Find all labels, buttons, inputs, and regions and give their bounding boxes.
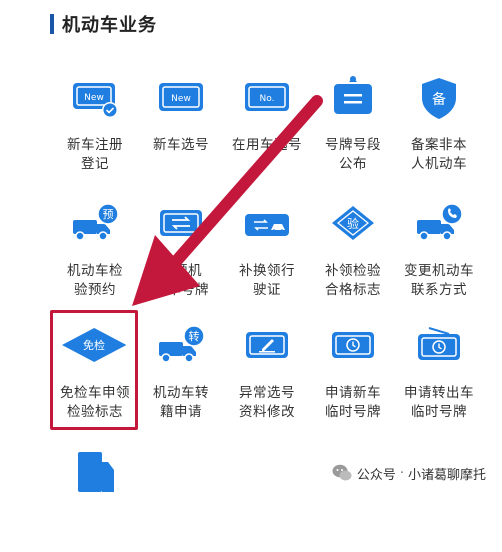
tile-label: 申请新车 临时号牌 (325, 385, 381, 420)
tile-label: 在用车选号 (232, 137, 302, 153)
tile-abnormal-plate-edit[interactable]: 异常选号 资料修改 (224, 318, 310, 428)
new-plate-icon: New (159, 83, 203, 111)
tile-transfer-out-temp-plate[interactable]: 申请转出车 临时号牌 (396, 318, 482, 428)
tile-new-car-temp-plate[interactable]: 申请新车 临时号牌 (310, 318, 396, 428)
svg-text:New: New (84, 93, 104, 103)
tile-label: 补换领行 驶证 (239, 263, 295, 298)
svg-text:预: 预 (103, 208, 114, 221)
plate-edit-icon (246, 332, 288, 358)
tile-reissue-inspection-mark[interactable]: 验 补领检验 合格标志 (310, 196, 396, 306)
tile-inspection-appointment[interactable]: 预 机动车检 验预约 (52, 196, 138, 306)
tile-label: 机动车检 验预约 (67, 263, 123, 298)
tile-change-contact-info[interactable]: 变更机动车 联系方式 (396, 196, 482, 306)
temp-plate-out-icon (418, 327, 460, 360)
tile-vehicle-transfer-registry[interactable]: 转 机动车转 籍申请 (138, 318, 224, 428)
tile-label: 变更机动车 联系方式 (404, 263, 474, 298)
tile-label: 号牌号段 公布 (325, 137, 381, 172)
tile-record-non-owner-vehicle[interactable]: 备 备案非本 人机动车 (396, 70, 482, 180)
diamond-yan-icon: 验 (332, 206, 374, 240)
tile-in-use-plate-select[interactable]: No. 在用车选号 (224, 70, 310, 180)
sign-board-icon (334, 76, 372, 114)
watermark-platform: 公众号 (356, 467, 396, 483)
tile-label: 申请转出车 临时号牌 (404, 385, 474, 420)
tile-label: 备案非本 人机动车 (411, 137, 467, 172)
svg-text:验: 验 (347, 216, 359, 231)
svg-text:No.: No. (260, 94, 275, 104)
tile-label: 机动车转 籍申请 (153, 385, 209, 420)
tile-reissue-plate[interactable]: 补领机 动车号牌 (138, 196, 224, 306)
tile-label: 异常选号 资料修改 (239, 385, 295, 420)
section-header: 机动车业务 (50, 12, 157, 36)
tile-new-car-plate-select[interactable]: New 新车选号 (138, 70, 224, 180)
shield-bei-icon: 备 (422, 78, 456, 119)
tile-new-car-registration[interactable]: New 新车注册 登记 (52, 70, 138, 180)
tile-reissue-driving-license[interactable]: 补换领行 驶证 (224, 196, 310, 306)
svg-text:New: New (171, 94, 191, 104)
tile-partial[interactable] (52, 442, 138, 552)
highlight-box (50, 310, 138, 430)
tile-label: 补领检验 合格标志 (325, 263, 381, 298)
new-plate-check-icon: New (73, 83, 118, 118)
tile-plate-segment-publish[interactable]: 号牌号段 公布 (310, 70, 396, 180)
tile-label: 新车选号 (153, 137, 209, 153)
truck-partial-icon (78, 452, 114, 492)
truck-phone-icon (417, 203, 463, 241)
watermark-separator: · (399, 465, 404, 481)
tile-label: 补领机 动车号牌 (153, 263, 209, 298)
section-title: 机动车业务 (62, 15, 157, 36)
wechat-icon (332, 464, 352, 481)
svg-text:备: 备 (432, 91, 446, 108)
tile-label: 新车注册 登记 (67, 137, 123, 172)
no-plate-icon: No. (245, 83, 289, 111)
plate-swap-icon (160, 210, 202, 236)
svg-text:转: 转 (189, 329, 200, 343)
temp-plate-clock-icon (332, 332, 374, 358)
truck-yu-icon: 预 (73, 203, 119, 241)
watermark-account-name: 小诸葛聊摩托 (407, 467, 486, 483)
watermark: 公众号 · 小诸葛聊摩托 (331, 462, 486, 484)
car-swap-icon (245, 214, 289, 236)
truck-zhuan-icon: 转 (159, 325, 205, 363)
section-accent-bar (50, 14, 54, 34)
